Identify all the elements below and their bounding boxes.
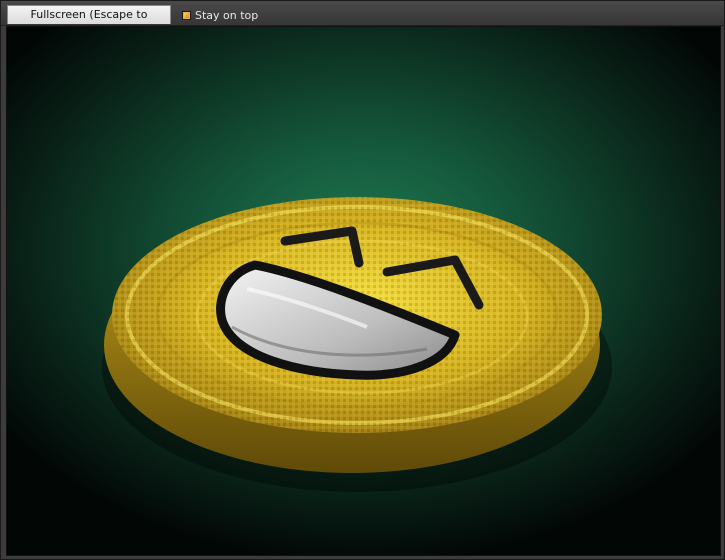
game-window: Fullscreen (Escape to restore) Stay on t… <box>0 0 725 560</box>
fullscreen-button[interactable]: Fullscreen (Escape to restore) <box>7 5 171 39</box>
coin-scene <box>102 197 612 492</box>
toolbar: Fullscreen (Escape to restore) Stay on t… <box>1 1 724 39</box>
game-viewport[interactable] <box>6 26 721 556</box>
stay-on-top-checkbox-icon[interactable] <box>182 10 191 20</box>
stay-on-top-label: Stay on top <box>195 8 259 22</box>
stay-on-top-toggle[interactable]: Stay on top <box>182 6 258 24</box>
